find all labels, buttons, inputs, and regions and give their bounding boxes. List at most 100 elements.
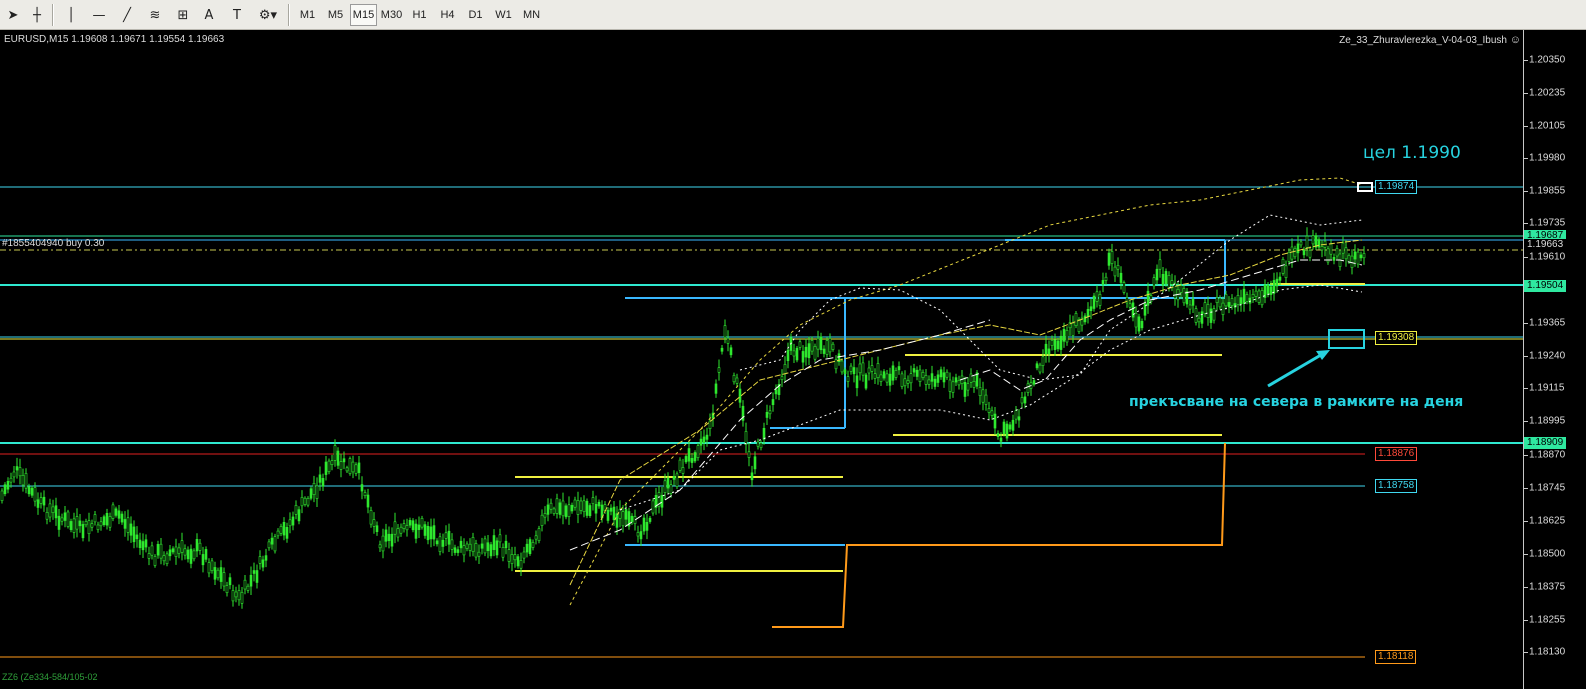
candle-body: [780, 376, 784, 381]
candle-body: [1107, 252, 1111, 266]
axis-tick-label: 1.18500: [1529, 548, 1566, 560]
candle-body: [1089, 306, 1093, 312]
candle-body: [861, 362, 865, 376]
candle-body: [297, 509, 301, 522]
timeframe-d1-button[interactable]: D1: [462, 4, 489, 26]
candle-body: [1116, 265, 1120, 270]
timeframe-m15-button[interactable]: M15: [350, 4, 377, 26]
candle-body: [99, 521, 103, 527]
candle-body: [66, 511, 70, 527]
candle-body: [969, 373, 973, 383]
axis-tick: [1524, 356, 1528, 357]
crosshair-icon[interactable]: ┼: [26, 4, 48, 26]
candle-body: [966, 383, 970, 391]
candle-body: [885, 373, 889, 383]
candle-body: [576, 500, 580, 515]
candle-body: [549, 502, 553, 510]
candle-body: [387, 533, 391, 542]
price-chart[interactable]: [0, 30, 1523, 689]
candle-body: [1311, 235, 1315, 245]
timeframe-h4-button[interactable]: H4: [434, 4, 461, 26]
candle-body: [1044, 343, 1048, 355]
candle-body: [855, 375, 859, 389]
axis-tick: [1524, 421, 1528, 422]
candle-body: [987, 408, 991, 413]
fibonacci-icon[interactable]: ≋: [144, 4, 166, 26]
candle-body: [1017, 416, 1021, 421]
candle-body: [354, 464, 358, 474]
candle-body: [609, 507, 613, 512]
candle-body: [459, 540, 463, 549]
candle-body: [951, 381, 955, 393]
candle-body: [1302, 250, 1306, 256]
axis-tick: [1524, 158, 1528, 159]
candle-body: [1038, 364, 1042, 373]
candle-body: [516, 556, 520, 567]
candle-body: [543, 513, 547, 518]
timeframe-m1-button[interactable]: M1: [294, 4, 321, 26]
shapes-dropdown-icon[interactable]: ⚙▾: [254, 4, 282, 26]
candle-body: [42, 496, 46, 506]
candle-body: [795, 347, 799, 361]
candle-body: [339, 461, 343, 470]
timeframe-h1-button[interactable]: H1: [406, 4, 433, 26]
timeframe-w1-button[interactable]: W1: [490, 4, 517, 26]
candle-body: [513, 554, 517, 561]
timeframe-mn-button[interactable]: MN: [518, 4, 545, 26]
chart-area[interactable]: EURUSD,M15 1.19608 1.19671 1.19554 1.196…: [0, 30, 1523, 689]
timeframe-m30-button[interactable]: M30: [378, 4, 405, 26]
candle-body: [1023, 396, 1027, 404]
text-label-icon[interactable]: T: [226, 4, 248, 26]
vertical-line-icon[interactable]: │: [60, 4, 82, 26]
order-label[interactable]: #1855404940 buy 0.30: [2, 238, 104, 249]
candle-body: [642, 517, 646, 532]
candle-body: [1278, 276, 1282, 281]
candle-body: [471, 537, 475, 552]
candle-body: [258, 556, 262, 564]
horizontal-line-icon[interactable]: —: [88, 4, 110, 26]
candle-body: [1212, 308, 1216, 321]
candle-body: [78, 520, 82, 527]
candle-body: [18, 467, 22, 477]
candle-body: [663, 480, 667, 493]
candle-body: [381, 535, 385, 552]
candle-body: [378, 544, 382, 549]
candle-body: [1317, 239, 1321, 248]
candle-body: [978, 386, 982, 396]
axis-tick-label: 1.18995: [1529, 415, 1566, 427]
candle-body: [93, 514, 97, 523]
fibonacci-fan-icon[interactable]: ⊞: [172, 4, 194, 26]
price-axis[interactable]: 1.20350 1.20235 1.20105 1.19980 1.19855 1.197…: [1523, 30, 1586, 689]
candle-body: [63, 512, 67, 521]
candle-body: [669, 484, 673, 494]
candle-body: [1161, 274, 1165, 286]
candle-body: [1128, 303, 1132, 308]
candle-body: [408, 519, 412, 526]
candle-body: [15, 466, 19, 471]
candle-body: [1362, 253, 1366, 259]
candle-body: [249, 574, 253, 587]
text-tool-icon[interactable]: A: [198, 4, 220, 26]
candle-body: [1002, 421, 1006, 434]
candle-body: [1341, 242, 1345, 254]
timeframe-m5-button[interactable]: M5: [322, 4, 349, 26]
candle-body: [372, 519, 376, 527]
axis-tick: [1524, 587, 1528, 588]
candle-body: [21, 474, 25, 486]
candle-body: [1266, 284, 1270, 295]
candle-body: [360, 484, 364, 492]
candle-body: [309, 488, 313, 499]
candle-body: [834, 359, 838, 370]
axis-tick: [1524, 488, 1528, 489]
cursor-icon[interactable]: ➤: [2, 4, 24, 26]
candle-body: [213, 567, 217, 580]
trendline-icon[interactable]: ╱: [116, 4, 138, 26]
candle-body: [666, 477, 670, 489]
candle-body: [171, 548, 175, 553]
candle-body: [852, 367, 856, 375]
axis-tick: [1524, 191, 1528, 192]
axis-tick: [1524, 126, 1528, 127]
candle-body: [1179, 285, 1183, 293]
candle-body: [1287, 252, 1291, 262]
candle-body: [117, 510, 121, 519]
